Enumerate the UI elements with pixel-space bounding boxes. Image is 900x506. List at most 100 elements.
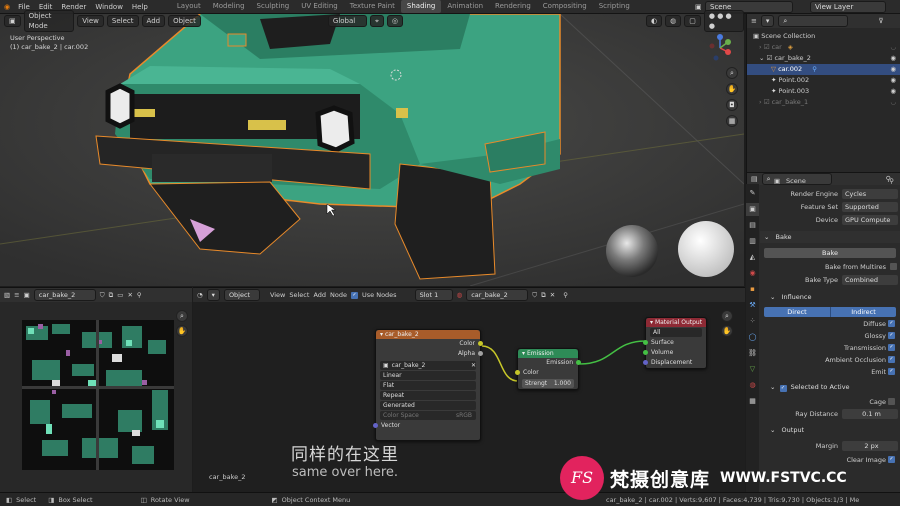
extension-dropdown[interactable]: Repeat (380, 391, 476, 400)
device-dropdown[interactable]: GPU Compute (842, 215, 898, 225)
pin-icon[interactable]: ⚲ (889, 176, 894, 186)
influence-panel-header[interactable]: ⌄ Influence (760, 291, 900, 303)
outliner-item-point-002[interactable]: ✦ Point.002 ◉ (747, 75, 900, 86)
tab-uv-editing[interactable]: UV Editing (295, 0, 344, 13)
object-type-dropdown[interactable]: Object (223, 289, 260, 301)
view-menu-icon[interactable]: ≡ (14, 291, 19, 299)
expand-arrow-icon[interactable]: › (759, 43, 762, 51)
color-output-socket[interactable] (478, 341, 483, 346)
image-name-field[interactable]: car_bake_2 (33, 289, 96, 301)
pin-icon[interactable]: ⚲ (137, 291, 142, 299)
image-node-title[interactable]: ▾ car_bake_2 (376, 330, 480, 339)
navigation-gizmo[interactable] (706, 34, 734, 62)
grid-view-icon[interactable]: ▦ (726, 115, 738, 127)
camera-icon[interactable]: ◘ (726, 99, 738, 111)
close-icon[interactable]: ✕ (471, 361, 476, 370)
pan-hand-icon[interactable]: ✋ (176, 325, 188, 337)
expand-arrow-icon[interactable]: ⌄ (759, 54, 764, 62)
eye-closed-icon[interactable]: ◡ (890, 42, 896, 53)
outliner-item-car-bake-2[interactable]: ⌄ ☑ car_bake_2 ◉ (747, 53, 900, 64)
viewport-menu-view[interactable]: View (77, 15, 104, 27)
slot-dropdown[interactable]: Slot 1 (414, 289, 453, 301)
material-output-node[interactable]: ▾ Material Output All Surface Volume Dis… (643, 317, 707, 369)
filter-icon[interactable]: ⊽ (878, 17, 883, 25)
shader-type-dropdown[interactable]: ▾ (206, 289, 220, 301)
eye-icon[interactable]: ◉ (890, 75, 896, 86)
output-tab-icon[interactable]: ▤ (746, 219, 759, 232)
ray-distance-field[interactable]: 0.1 m (842, 409, 898, 419)
emission-node-title[interactable]: ▾ Emission (518, 349, 578, 358)
viewport-menu-add[interactable]: Add (141, 15, 166, 27)
open-image-icon[interactable]: ▭ (117, 291, 123, 299)
image-texture-node[interactable]: ▾ car_bake_2 Color Alpha ▣ car_bake_2 ✕ … (373, 329, 483, 441)
xray-icon[interactable]: ▢ (684, 15, 701, 27)
snap-icon[interactable]: ⌖ (369, 15, 384, 27)
tab-compositing[interactable]: Compositing (537, 0, 593, 13)
node-menu-node[interactable]: Node (330, 291, 347, 299)
bake-button[interactable]: Bake (764, 248, 896, 258)
diffuse-checkbox[interactable]: ✓ (888, 320, 895, 327)
zoom-icon[interactable]: ⌕ (721, 310, 733, 322)
eye-icon[interactable]: ◉ (890, 53, 896, 64)
image-editor-type-icon[interactable]: ▧ (4, 291, 10, 299)
feature-set-dropdown[interactable]: Supported (842, 202, 898, 212)
view-layer-tab-icon[interactable]: ▥ (746, 235, 759, 248)
emission-node[interactable]: ▾ Emission Emission Color Strengt 1.000 (515, 348, 581, 390)
physics-tab-icon[interactable]: ◯ (746, 331, 759, 344)
pan-hand-icon[interactable]: ✋ (721, 325, 733, 337)
material-sphere-icon[interactable]: ◍ (457, 291, 463, 299)
visibility-icon[interactable]: ◐ (646, 15, 663, 27)
render-tab-icon[interactable]: ▣ (746, 203, 759, 216)
tab-shading[interactable]: Shading (400, 0, 442, 13)
view-layer-selector[interactable]: View Layer (810, 0, 886, 13)
world-tab-icon[interactable]: ◉ (746, 267, 759, 280)
expand-arrow-icon[interactable]: › (759, 98, 762, 106)
zoom-icon[interactable]: ⌕ (726, 67, 738, 79)
alpha-output-socket[interactable] (478, 351, 483, 356)
close-icon[interactable]: ✕ (550, 291, 555, 299)
tab-modeling[interactable]: Modeling (207, 0, 251, 13)
fake-user-icon[interactable]: ⛉ (532, 291, 537, 300)
viewport-menu-select[interactable]: Select (106, 15, 139, 27)
node-editor-type-icon[interactable]: ◔ (197, 291, 203, 299)
checkbox-icon[interactable]: ☑ (764, 98, 770, 106)
texture-tab-icon[interactable]: ▦ (746, 395, 759, 408)
render-engine-dropdown[interactable]: Cycles (842, 189, 898, 199)
glossy-checkbox[interactable]: ✓ (888, 332, 895, 339)
outliner-item-car-002[interactable]: ▽ car.002 ⚲ ◉ (747, 64, 900, 75)
node-menu-select[interactable]: Select (289, 291, 309, 299)
transform-orientation-dropdown[interactable]: Global (327, 15, 367, 27)
outliner-editor-icon[interactable]: ≡ (751, 17, 757, 25)
collapse-icon[interactable]: ▾ (380, 331, 383, 338)
proportional-edit-icon[interactable]: ◎ (386, 15, 404, 27)
3d-viewport[interactable] (0, 14, 744, 286)
properties-editor-icon[interactable]: ▤ (751, 175, 758, 183)
tab-rendering[interactable]: Rendering (489, 0, 537, 13)
output-panel-header[interactable]: ⌄ Output (760, 424, 900, 436)
viewport-menu-object[interactable]: Object (168, 15, 201, 27)
outliner-item-point-003[interactable]: ✦ Point.003 ◉ (747, 86, 900, 97)
tab-animation[interactable]: Animation (441, 0, 489, 13)
interpolation-dropdown[interactable]: Linear (380, 371, 476, 380)
blender-logo-icon[interactable]: ◉ (4, 3, 10, 11)
menu-window[interactable]: Window (95, 3, 123, 11)
material-name-field[interactable]: car_bake_2 (466, 289, 529, 301)
outliner-item-car-bake-1[interactable]: › ☑ car_bake_1 ◡ (747, 97, 900, 108)
use-nodes-checkbox[interactable]: ✓ (351, 291, 358, 299)
eye-icon[interactable]: ◉ (890, 64, 896, 75)
outliner-item-car[interactable]: › ☑ car ◈ ◡ (747, 42, 900, 53)
vector-input-socket[interactable] (373, 423, 378, 428)
selected-to-active-header[interactable]: ⌄ ✓ Selected to Active (760, 381, 900, 393)
zoom-icon[interactable]: ⌕ (176, 310, 188, 322)
node-menu-view[interactable]: View (270, 291, 285, 299)
pin-icon[interactable]: ⚲ (563, 291, 568, 299)
emission-output-socket[interactable] (576, 360, 581, 365)
fake-user-icon[interactable]: ⛉ (100, 291, 105, 300)
image-browse-icon[interactable]: ▣ (24, 291, 30, 299)
constraints-tab-icon[interactable]: ⛓ (746, 347, 759, 360)
node-image-name[interactable]: car_bake_2 (392, 361, 468, 370)
scene-tab-icon[interactable]: ◭ (746, 251, 759, 264)
modifier-tab-icon[interactable]: ⚒ (746, 299, 759, 312)
tab-layout[interactable]: Layout (171, 0, 207, 13)
output-target-dropdown[interactable]: All (650, 328, 702, 337)
